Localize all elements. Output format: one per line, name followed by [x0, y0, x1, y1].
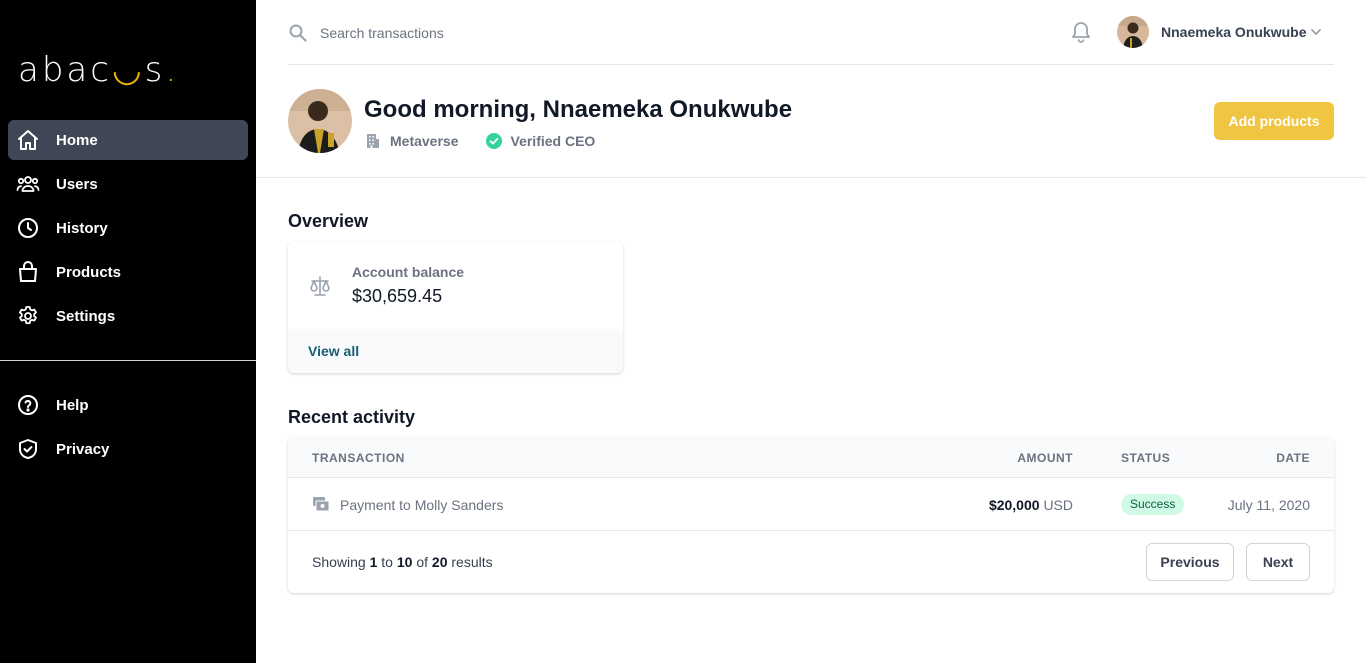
previous-button[interactable]: Previous	[1146, 543, 1234, 581]
cash-icon	[313, 497, 330, 512]
shopping-bag-icon	[19, 261, 37, 282]
abacus-logo[interactable]: abac◡s.	[18, 50, 179, 90]
gear-icon	[19, 306, 37, 325]
table-header: TRANSACTION AMOUNT STATUS DATE	[288, 437, 1334, 478]
sidebar-item-label: Home	[56, 131, 98, 149]
balance-value: $30,659.45	[352, 286, 443, 306]
account-balance-card: Account balance $30,659.45 View all	[288, 242, 623, 373]
overview-heading: Overview	[288, 211, 369, 231]
sidebar-item-settings[interactable]: Settings	[8, 296, 248, 336]
chevron-down-icon[interactable]	[1309, 26, 1323, 38]
user-name[interactable]: Nnaemeka Onukwube	[1161, 24, 1307, 40]
page-title: Good morning, Nnaemeka Onukwube	[364, 96, 793, 123]
question-circle-icon	[18, 395, 38, 415]
secondary-nav: Help Privacy	[8, 385, 248, 473]
sidebar-item-products[interactable]: Products	[8, 252, 248, 292]
table-row[interactable]: Payment to Molly Sanders $20,000 USD Suc…	[288, 478, 1334, 531]
pagination-info: Showing 1 to 10 of 20 results	[312, 554, 493, 570]
bell-icon[interactable]	[1070, 20, 1092, 44]
transaction-name: Payment to Molly Sanders	[340, 497, 504, 513]
sidebar-item-label: Products	[56, 263, 122, 281]
sidebar-item-label: Privacy	[56, 440, 110, 458]
sidebar-item-home[interactable]: Home	[8, 120, 248, 160]
home-icon	[18, 130, 38, 150]
column-header-amount: AMOUNT	[1017, 451, 1073, 465]
top-bar: Nnaemeka Onukwube	[288, 0, 1334, 65]
add-products-button[interactable]: Add products	[1214, 102, 1334, 140]
column-header-transaction: TRANSACTION	[312, 451, 405, 465]
column-header-status: STATUS	[1121, 451, 1171, 465]
page-header: Good morning, Nnaemeka Onukwube Metavers…	[256, 65, 1366, 178]
sidebar-item-privacy[interactable]: Privacy	[8, 429, 248, 469]
sidebar-item-label: Help	[56, 396, 89, 414]
view-all-link[interactable]: View all	[308, 343, 359, 359]
verification-info: Verified CEO	[485, 132, 596, 150]
activity-table: TRANSACTION AMOUNT STATUS DATE Payment t…	[288, 437, 1334, 593]
column-header-date: DATE	[1276, 451, 1310, 465]
primary-nav: Home Users History Products Settings	[8, 120, 248, 340]
users-icon	[16, 176, 40, 192]
check-circle-icon	[485, 133, 502, 149]
sidebar-divider	[0, 360, 256, 361]
balance-label: Account balance	[352, 264, 465, 280]
company-name: Metaverse	[390, 133, 459, 149]
status-badge: Success	[1121, 494, 1185, 515]
transaction-amount: $20,000 USD	[989, 497, 1073, 513]
shield-check-icon	[19, 439, 37, 459]
card-footer: View all	[288, 329, 623, 373]
sidebar-item-label: Users	[56, 175, 98, 193]
sidebar-item-label: Settings	[56, 307, 116, 325]
search-icon	[289, 24, 307, 42]
amount-currency: USD	[1043, 497, 1073, 513]
sidebar-item-label: History	[56, 219, 108, 237]
sidebar-item-users[interactable]: Users	[8, 164, 248, 204]
recent-activity-heading: Recent activity	[288, 407, 416, 427]
role-label: Verified CEO	[510, 133, 596, 149]
next-button[interactable]: Next	[1246, 543, 1310, 581]
search-input[interactable]	[320, 22, 720, 44]
sidebar-item-help[interactable]: Help	[8, 385, 248, 425]
sidebar: abac◡s. Home Users History Products Sett…	[0, 0, 256, 663]
pagination: Showing 1 to 10 of 20 results Previous N…	[288, 531, 1334, 593]
amount-value: $20,000	[988, 497, 1040, 513]
profile-avatar	[288, 89, 352, 153]
user-avatar[interactable]	[1117, 16, 1149, 48]
clock-icon	[18, 218, 38, 238]
transaction-date: July 11, 2020	[1227, 497, 1310, 513]
profile-meta: Metaverse Verified CEO	[364, 132, 621, 150]
company-info: Metaverse	[364, 132, 459, 150]
scale-icon	[310, 276, 330, 296]
building-icon	[367, 134, 379, 148]
sidebar-item-history[interactable]: History	[8, 208, 248, 248]
